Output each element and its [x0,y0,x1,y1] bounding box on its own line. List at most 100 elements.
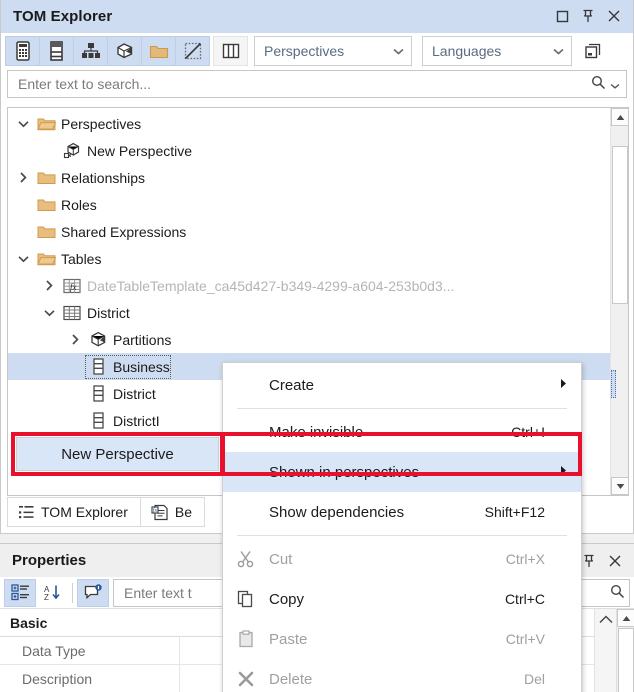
folder-open-icon [34,113,58,135]
menu-item-show-dependencies[interactable]: Show dependencies Shift+F12 [223,492,581,532]
folder-open-icon [34,248,58,270]
menu-item-make-invisible[interactable]: Make invisible Ctrl+I [223,412,581,452]
tree-node-label: New Perspective [87,142,193,159]
svg-text:Z: Z [44,593,49,601]
menu-icon-placeholder [223,412,269,452]
search-bar[interactable] [7,70,627,98]
submenu-item-new-perspective[interactable]: New Perspective [16,437,219,471]
menu-item-accelerator: Shift+F12 [484,504,545,520]
folders-button[interactable] [141,36,176,66]
tree-node-label: DistrictI [113,412,160,429]
chevron-down-icon [549,48,567,55]
categorized-button[interactable] [4,578,36,607]
tree-node-content: Relationships [34,167,145,189]
partitions-button[interactable] [107,36,142,66]
columns-button[interactable] [39,36,74,66]
chevron-up-icon[interactable] [594,609,616,692]
tree-node[interactable]: District [8,299,610,326]
menu-item-shown-in-perspectives[interactable]: Shown in perspectives [223,452,581,492]
menu-item-accelerator: Del [523,671,545,687]
close-button[interactable] [602,549,628,573]
tree-node-content: Roles [34,194,97,216]
menu-item-cut[interactable]: Cut Ctrl+X [223,539,581,579]
collapse-all-button[interactable] [578,36,608,66]
tab-be[interactable]: fx Be [139,497,205,527]
scroll-up-button[interactable] [611,108,629,126]
chevron-right-icon[interactable] [12,166,34,190]
menu-item-label: Paste [269,630,308,648]
menu-item-create[interactable]: Create [223,365,581,405]
tree-node[interactable]: New Perspective [8,137,610,164]
tree-node[interactable]: Roles [8,191,610,218]
maximize-button[interactable] [549,4,575,28]
submenu-arrow-icon [545,378,567,392]
tree-vertical-scrollbar[interactable] [610,108,629,495]
chevron-down-icon[interactable] [12,112,34,136]
column-icon [86,410,110,432]
scrollbar-thumb[interactable] [612,146,628,304]
hidden-objects-button[interactable] [175,36,210,66]
chevron-down-icon [389,48,407,55]
tab-tom-explorer[interactable]: TOM Explorer [7,497,141,527]
menu-item-label: Cut [269,550,293,568]
menu-item-delete[interactable]: Delete Del [223,659,581,692]
menu-item-paste[interactable]: Paste Ctrl+V [223,619,581,659]
languages-dropdown[interactable]: Languages [422,36,572,66]
measures-button[interactable] [5,36,40,66]
scrollbar-thumb[interactable] [618,628,634,692]
properties-vertical-scrollbar[interactable] [616,609,634,692]
tab-label: Be [174,504,192,520]
search-icon[interactable] [610,584,625,602]
scroll-up-button[interactable] [617,609,634,627]
property-name: Data Type [0,637,180,664]
tree-node[interactable]: fx DateTableTemplate_ca45d427-b349-4299-a… [8,272,610,299]
calculated-table-icon: fx [60,275,84,297]
context-menu[interactable]: Create Make invisible Ctrl+I Shown in persp… [222,362,582,692]
languages-dropdown-label: Languages [432,43,502,59]
alphabetical-button[interactable]: A Z [36,578,68,607]
menu-item-accelerator: Ctrl+X [505,551,545,567]
pin-button[interactable] [575,4,601,28]
chevron-right-icon[interactable] [38,274,60,298]
tree-node-label: District [113,385,156,402]
tree-node-content: fx DateTableTemplate_ca45d427-b349-4299-a… [60,275,454,297]
perspectives-dropdown-label: Perspectives [264,43,345,59]
copy-icon [223,579,269,619]
script-icon: fx [151,504,169,521]
menu-icon-placeholder [223,452,269,492]
tree-node[interactable]: Relationships [8,164,610,191]
tree-node-content: District [86,383,156,405]
scroll-down-button[interactable] [611,477,629,495]
tree-node[interactable]: Partitions [8,326,610,353]
folder-icon [34,221,58,243]
menu-item-label: Copy [269,590,305,608]
search-options-chevron-down-icon[interactable] [610,77,620,92]
tree-node[interactable]: Shared Expressions [8,218,610,245]
folder-icon [34,194,58,216]
menu-item-copy[interactable]: Copy Ctrl+C [223,579,581,619]
perspective-icon [60,140,84,162]
property-pages-button[interactable] [77,578,109,607]
search-input[interactable] [16,75,591,93]
menu-item-accelerator: Ctrl+I [511,424,545,440]
tree-list-icon [18,505,35,520]
chevron-down-icon[interactable] [38,301,60,325]
chevron-right-icon[interactable] [64,328,86,352]
tree-node[interactable]: Perspectives [8,110,610,137]
tree-node-label: Tables [61,250,102,267]
tree-node[interactable]: Tables [8,245,610,272]
hierarchies-button[interactable] [73,36,108,66]
menu-item-label: Show dependencies [269,503,405,521]
menu-item-accelerator: Ctrl+V [505,631,545,647]
search-icon[interactable] [591,75,606,93]
svg-text:fx: fx [70,282,77,292]
column-icon [86,383,110,405]
chevron-down-icon[interactable] [12,247,34,271]
column-icon [86,356,110,378]
cube-icon [86,329,110,351]
tree-node-content: Partitions [86,329,171,351]
close-button[interactable] [601,4,627,28]
all-columns-button[interactable] [213,36,248,66]
perspectives-dropdown[interactable]: Perspectives [254,36,412,66]
tree-node-label: Business [113,358,170,375]
